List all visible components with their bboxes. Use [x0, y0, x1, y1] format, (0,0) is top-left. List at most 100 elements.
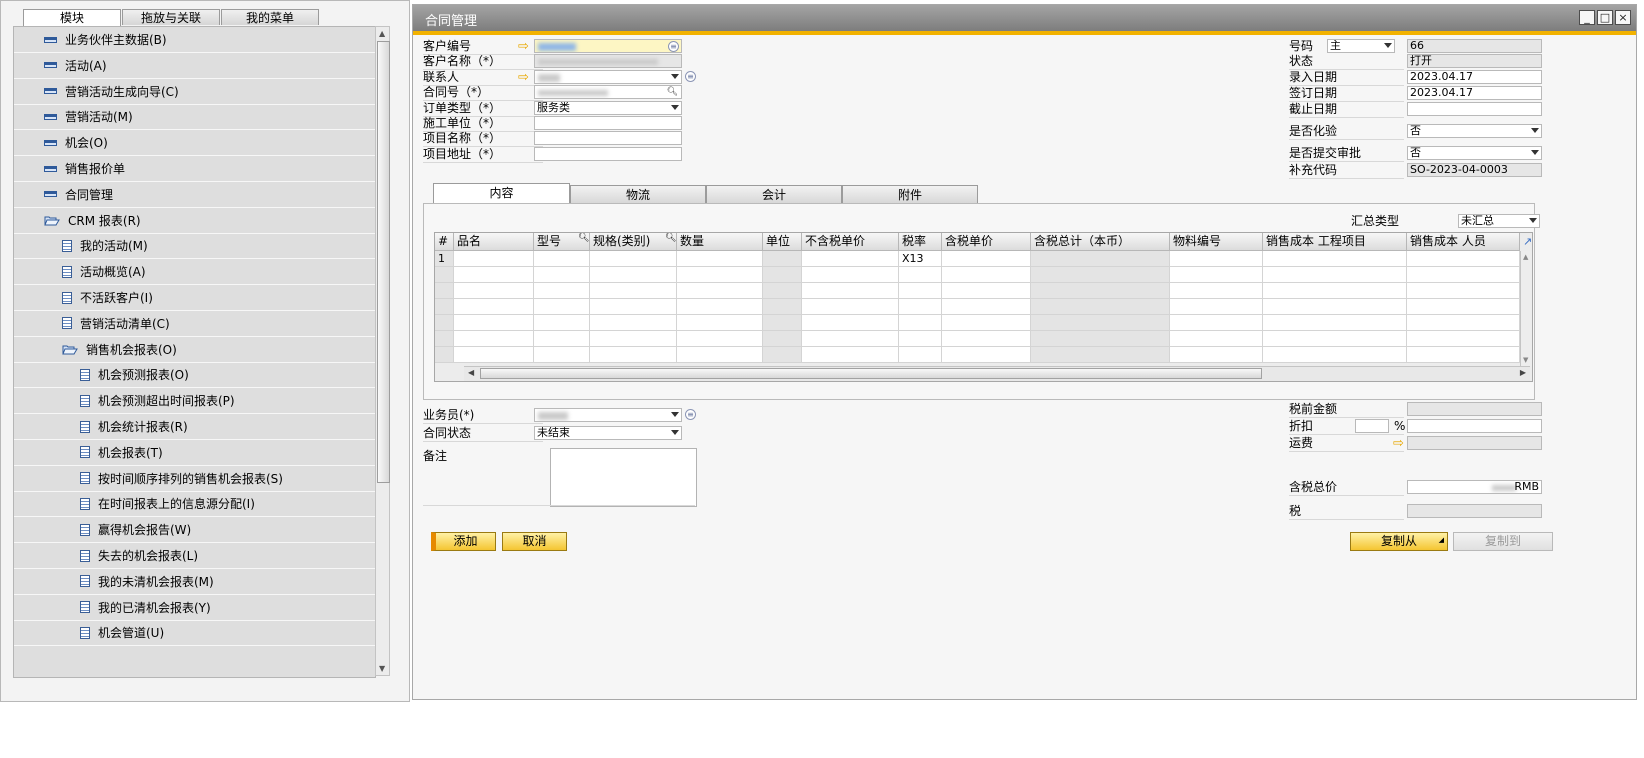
tree-item[interactable]: CRM 报表(R) [14, 208, 375, 234]
grid-cell[interactable] [899, 331, 942, 347]
grid-column-header[interactable]: 单位 [763, 233, 802, 251]
grid-cell[interactable] [534, 299, 590, 315]
grid-cell[interactable] [1407, 315, 1520, 331]
link-arrow-icon[interactable]: ⇨ [518, 40, 529, 53]
tree-item[interactable]: 合同管理 [14, 182, 375, 208]
tree-item[interactable]: 业务伙伴主数据(B) [14, 27, 375, 53]
grid-column-header[interactable]: 销售成本 工程项目 [1263, 233, 1407, 251]
scroll-down-arrow-icon[interactable]: ▼ [1523, 356, 1528, 364]
tab-my-menu[interactable]: 我的菜单 [221, 9, 319, 25]
grid-cell[interactable] [1407, 283, 1520, 299]
tree-item[interactable]: 按时间顺序排列的销售机会报表(S) [14, 466, 375, 492]
tab-drag-relate[interactable]: 拖放与关联 [122, 9, 220, 25]
grid-cell[interactable] [454, 299, 534, 315]
grid-cell[interactable] [677, 347, 763, 363]
tab-logistics[interactable]: 物流 [570, 185, 706, 203]
tree-item[interactable]: 机会报表(T) [14, 440, 375, 466]
tree-item[interactable]: 我的未清机会报表(M) [14, 569, 375, 595]
grid-cell[interactable] [802, 315, 899, 331]
remarks-textarea[interactable] [550, 448, 697, 507]
grid-cell[interactable] [942, 251, 1031, 267]
grid-cell[interactable] [534, 315, 590, 331]
grid-cell[interactable] [1031, 299, 1170, 315]
grid-cell[interactable] [1263, 299, 1407, 315]
tree-item[interactable]: 营销活动清单(C) [14, 311, 375, 337]
grid-cell[interactable] [942, 283, 1031, 299]
cancel-button[interactable]: 取消 [502, 532, 567, 551]
grid-cell[interactable] [1407, 267, 1520, 283]
grid-cell[interactable] [590, 299, 677, 315]
grid-column-header[interactable]: 含税单价 [942, 233, 1031, 251]
grid-cell[interactable] [590, 283, 677, 299]
grid-cell[interactable] [942, 267, 1031, 283]
scroll-left-arrow-icon[interactable]: ◀ [468, 368, 474, 377]
tab-attachments[interactable]: 附件 [842, 185, 978, 203]
grid-cell[interactable] [899, 267, 942, 283]
grid-cell[interactable] [1031, 283, 1170, 299]
grid-column-header[interactable]: 物料编号 [1170, 233, 1263, 251]
grid-cell[interactable] [942, 299, 1031, 315]
grid-column-header[interactable]: 规格(类别) [590, 233, 677, 251]
grid-cell[interactable] [802, 251, 899, 267]
grid-cell[interactable] [1263, 283, 1407, 299]
chemical-test-dropdown[interactable]: 否 [1407, 124, 1542, 138]
discount-amount-field[interactable] [1407, 419, 1542, 433]
tree-vertical-scrollbar[interactable]: ▲ ▼ [375, 26, 390, 676]
grid-cell[interactable] [1031, 331, 1170, 347]
grid-cell[interactable] [1170, 347, 1263, 363]
contact-details-icon[interactable]: ≡ [685, 71, 696, 82]
scroll-up-arrow-icon[interactable]: ▲ [1523, 253, 1528, 261]
grid-cell[interactable] [1170, 267, 1263, 283]
grid-cell[interactable] [1031, 347, 1170, 363]
grid-cell[interactable] [899, 299, 942, 315]
tree-item[interactable]: 销售报价单 [14, 156, 375, 182]
grid-column-header[interactable]: 数量 [677, 233, 763, 251]
grid-cell[interactable] [1170, 315, 1263, 331]
tab-content[interactable]: 内容 [433, 183, 570, 204]
minimize-button[interactable]: _ [1579, 10, 1595, 25]
grid-cell[interactable] [590, 315, 677, 331]
grid-cell[interactable] [802, 347, 899, 363]
tree-item[interactable]: 机会预测超出时间报表(P) [14, 388, 375, 415]
grid-cell[interactable] [763, 299, 802, 315]
grid-cell[interactable] [534, 251, 590, 267]
grid-cell[interactable] [1407, 331, 1520, 347]
due-date-field[interactable] [1407, 102, 1542, 116]
grid-column-header[interactable]: 不含税单价 [802, 233, 899, 251]
scrollbar-thumb[interactable] [480, 368, 1262, 379]
grid-cell[interactable] [1031, 315, 1170, 331]
window-titlebar[interactable]: 合同管理 _ □ × [413, 5, 1636, 35]
tree-item[interactable]: 在时间报表上的信息源分配(I) [14, 491, 375, 518]
grid-cell[interactable] [677, 251, 763, 267]
construction-unit-field[interactable] [534, 116, 682, 130]
grid-cell[interactable] [763, 283, 802, 299]
grid-cell[interactable] [454, 315, 534, 331]
grid-cell[interactable] [1263, 251, 1407, 267]
sign-date-field[interactable]: 2023.04.17 [1407, 86, 1542, 100]
grid-cell[interactable] [590, 347, 677, 363]
grid-cell[interactable] [763, 347, 802, 363]
grid-cell[interactable] [1170, 331, 1263, 347]
tree-item[interactable]: 机会管道(U) [14, 620, 375, 647]
grid-cell[interactable] [454, 347, 534, 363]
grid-cell[interactable] [1263, 267, 1407, 283]
grid-cell[interactable] [677, 283, 763, 299]
tree-item[interactable]: 活动概览(A) [14, 259, 375, 286]
discount-percent-field[interactable] [1355, 419, 1389, 433]
grid-cell[interactable] [454, 267, 534, 283]
tree-item[interactable]: 营销活动生成向导(C) [14, 79, 375, 105]
grid-cell[interactable] [454, 331, 534, 347]
grid-cell[interactable] [802, 299, 899, 315]
grid-cell[interactable] [1031, 251, 1170, 267]
grid-cell[interactable] [1170, 299, 1263, 315]
customer-name-field[interactable] [534, 54, 682, 68]
link-arrow-icon[interactable]: ⇨ [1393, 437, 1404, 450]
grid-cell[interactable] [763, 267, 802, 283]
grid-cell[interactable] [942, 347, 1031, 363]
tree-item[interactable]: 活动(A) [14, 53, 375, 79]
tree-item[interactable]: 机会(O) [14, 130, 375, 157]
grid-column-header[interactable]: 含税总计（本币） [1031, 233, 1170, 251]
grid-cell[interactable] [1263, 315, 1407, 331]
tree-item[interactable]: 营销活动(M) [14, 104, 375, 131]
grid-horizontal-scrollbar[interactable]: ◀ ▶ [464, 366, 1530, 381]
